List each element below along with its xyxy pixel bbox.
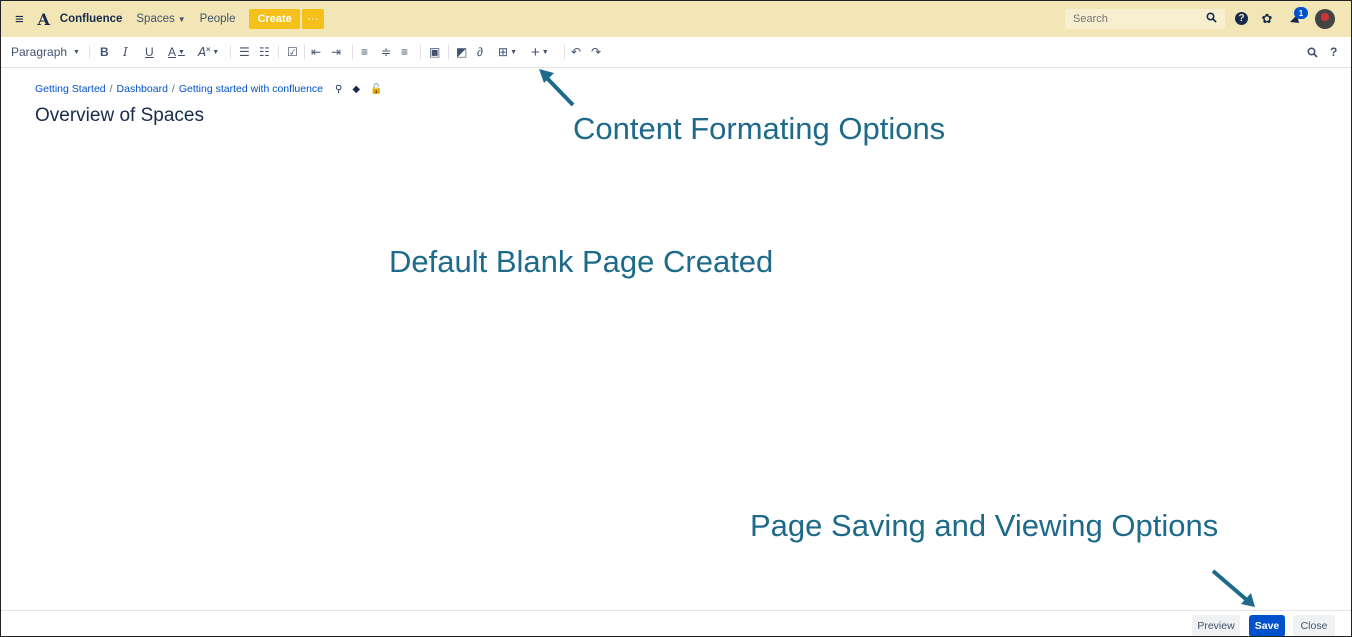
close-button[interactable]: Close bbox=[1293, 615, 1335, 636]
app-window: ≡ A Confluence Spaces ▼ People Create ···… bbox=[0, 0, 1352, 637]
annotation-arrows bbox=[539, 69, 1255, 607]
arrow-to-toolbar bbox=[539, 69, 575, 107]
preview-button[interactable]: Preview bbox=[1192, 615, 1240, 636]
save-button[interactable]: Save bbox=[1249, 615, 1285, 636]
editor-footer: Preview Save Close bbox=[1, 610, 1351, 636]
arrow-to-save bbox=[1211, 569, 1255, 607]
